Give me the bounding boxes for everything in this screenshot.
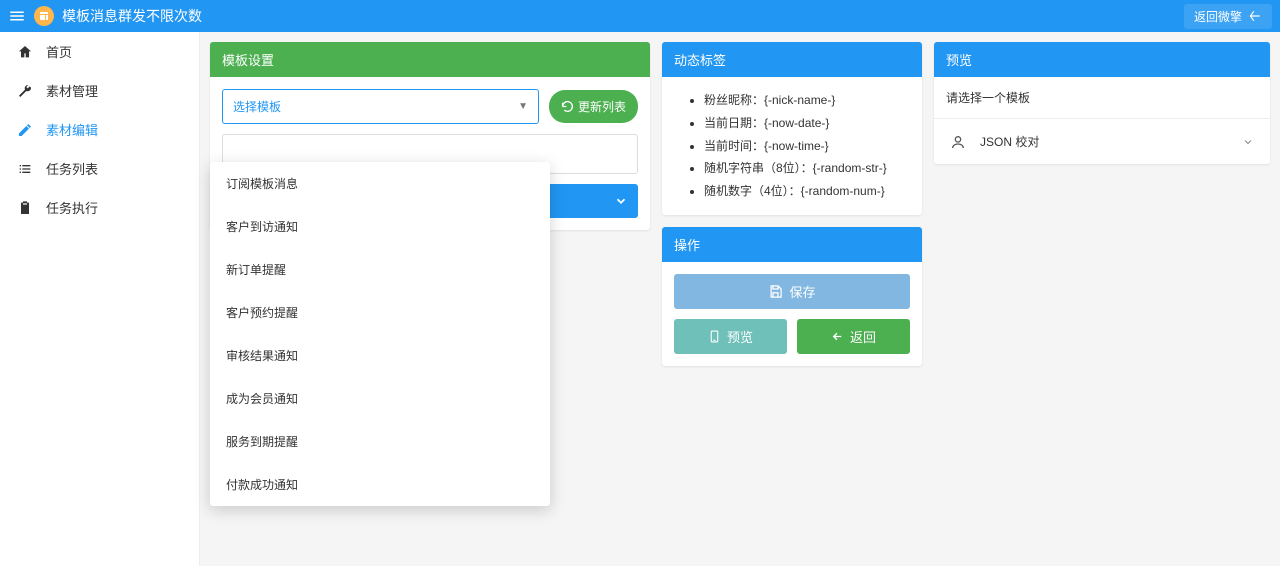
chevron-down-icon (614, 194, 628, 208)
tag-item-0: 粉丝昵称：{-nick-name-} (704, 89, 910, 112)
preview-column: 预览 请选择一个模板 JSON 校对 (934, 42, 1270, 164)
sidebar-item-1[interactable]: 素材管理 (0, 71, 199, 110)
preview-label: 预览 (727, 327, 753, 346)
save-button[interactable]: 保存 (674, 274, 910, 309)
dropdown-option-6[interactable]: 服务到期提醒 (210, 420, 550, 463)
tags-actions-column: 动态标签 粉丝昵称：{-nick-name-}当前日期：{-now-date-}… (662, 42, 922, 366)
sidebar-item-label: 素材管理 (46, 81, 98, 100)
tags-panel-title: 动态标签 (662, 42, 922, 77)
sidebar-item-label: 素材编辑 (46, 120, 98, 139)
template-panel-title: 模板设置 (210, 42, 650, 77)
chevron-down-icon: ▼ (518, 101, 528, 112)
sidebar-item-3[interactable]: 任务列表 (0, 149, 199, 188)
actions-panel: 操作 保存 (662, 227, 922, 366)
topbar: 模板消息群发不限次数 返回微擎 (0, 0, 1280, 32)
refresh-icon (561, 100, 574, 113)
pencil-icon (16, 122, 34, 138)
list-icon (16, 161, 34, 177)
save-icon (768, 284, 783, 299)
dropdown-option-7[interactable]: 付款成功通知 (210, 463, 550, 506)
tag-item-1: 当前日期：{-now-date-} (704, 112, 910, 135)
preview-panel: 预览 请选择一个模板 JSON 校对 (934, 42, 1270, 164)
json-check-row[interactable]: JSON 校对 (934, 119, 1270, 164)
sidebar-item-label: 任务列表 (46, 159, 98, 178)
actions-panel-title: 操作 (662, 227, 922, 262)
tag-item-3: 随机字符串（8位）：{-random-str-} (704, 157, 910, 180)
back-to-weiqing-button[interactable]: 返回微擎 (1184, 4, 1272, 29)
home-icon (16, 44, 34, 60)
layout: 首页素材管理素材编辑任务列表任务执行 模板设置 选择模板 ▼ (0, 32, 1280, 566)
back-label: 返回微擎 (1194, 8, 1242, 25)
template-select[interactable]: 选择模板 ▼ (222, 89, 539, 124)
refresh-button[interactable]: 更新列表 (549, 90, 638, 123)
chevron-down-icon (1242, 136, 1254, 148)
tag-item-2: 当前时间：{-now-time-} (704, 135, 910, 158)
sidebar-item-label: 任务执行 (46, 198, 98, 217)
sidebar: 首页素材管理素材编辑任务列表任务执行 (0, 32, 200, 566)
sidebar-item-label: 首页 (46, 42, 72, 61)
tag-list: 粉丝昵称：{-nick-name-}当前日期：{-now-date-}当前时间：… (674, 89, 910, 203)
person-icon (950, 134, 966, 150)
arrow-left-icon (831, 330, 844, 343)
sidebar-item-4[interactable]: 任务执行 (0, 188, 199, 227)
sidebar-item-2[interactable]: 素材编辑 (0, 110, 199, 149)
logo-badge (34, 6, 54, 26)
phone-icon (708, 330, 721, 343)
tags-panel: 动态标签 粉丝昵称：{-nick-name-}当前日期：{-now-date-}… (662, 42, 922, 215)
dropdown-option-3[interactable]: 客户预约提醒 (210, 291, 550, 334)
sidebar-item-0[interactable]: 首页 (0, 32, 199, 71)
clipboard-icon (16, 200, 34, 216)
preview-placeholder: 请选择一个模板 (934, 77, 1270, 119)
dropdown-option-2[interactable]: 新订单提醒 (210, 248, 550, 291)
preview-button[interactable]: 预览 (674, 319, 787, 354)
dropdown-option-5[interactable]: 成为会员通知 (210, 377, 550, 420)
back-label-action: 返回 (850, 327, 876, 346)
back-button[interactable]: 返回 (797, 319, 910, 354)
tag-item-4: 随机数字（4位）：{-random-num-} (704, 180, 910, 203)
dropdown-option-0[interactable]: 订阅模板消息 (210, 162, 550, 205)
topbar-left: 模板消息群发不限次数 (8, 6, 1184, 26)
select-placeholder: 选择模板 (233, 98, 281, 115)
json-check-label: JSON 校对 (980, 133, 1039, 150)
preview-panel-title: 预览 (934, 42, 1270, 77)
save-label: 保存 (789, 282, 815, 301)
template-column: 模板设置 选择模板 ▼ 更新列表 (210, 42, 650, 230)
refresh-label: 更新列表 (578, 98, 626, 115)
main-content: 模板设置 选择模板 ▼ 更新列表 (200, 32, 1280, 566)
return-icon (1248, 9, 1262, 23)
wrench-icon (16, 83, 34, 99)
menu-icon[interactable] (8, 7, 26, 25)
dropdown-option-1[interactable]: 客户到访通知 (210, 205, 550, 248)
template-dropdown: 订阅模板消息客户到访通知新订单提醒客户预约提醒审核结果通知成为会员通知服务到期提… (210, 162, 550, 506)
app-title: 模板消息群发不限次数 (62, 6, 202, 26)
dropdown-option-4[interactable]: 审核结果通知 (210, 334, 550, 377)
